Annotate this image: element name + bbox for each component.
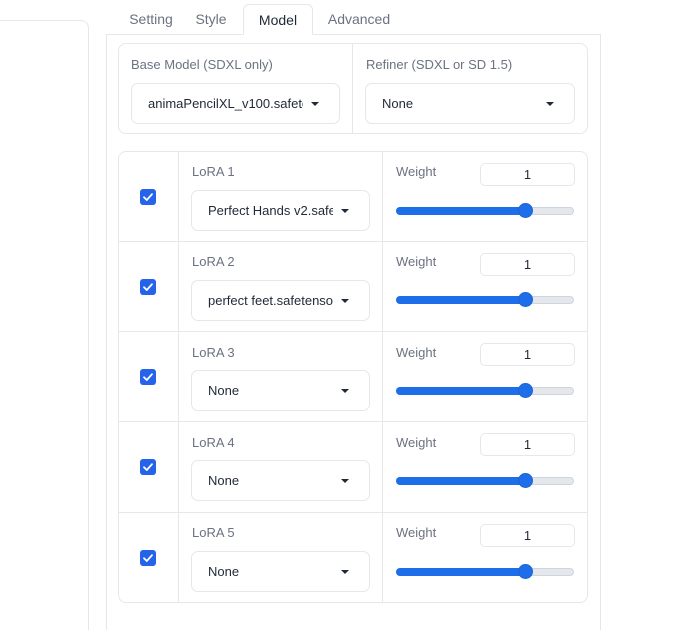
slider-fill xyxy=(396,207,526,215)
tab-advanced[interactable]: Advanced xyxy=(320,4,398,35)
divider xyxy=(119,421,587,422)
lora-3-checkbox[interactable] xyxy=(140,369,156,385)
lora-5-weight-label: Weight xyxy=(396,525,437,540)
lora-5-label: LoRA 5 xyxy=(192,525,235,540)
lora-1-weight-label: Weight xyxy=(396,164,437,179)
tab-setting[interactable]: Setting xyxy=(115,4,187,35)
lora-4-weight-slider[interactable] xyxy=(396,472,574,488)
lora-5-weight-slider[interactable] xyxy=(396,563,574,579)
caret-down-icon xyxy=(311,102,319,106)
lora-1-dropdown[interactable]: Perfect Hands v2.safetensors xyxy=(191,190,370,231)
lora-2-weight-slider[interactable] xyxy=(396,291,574,307)
refiner-value: None xyxy=(382,96,414,111)
lora-2-weight-input[interactable]: 1 xyxy=(480,253,575,276)
checkmark-icon xyxy=(143,554,153,562)
slider-thumb[interactable] xyxy=(518,292,533,307)
lora-4-label: LoRA 4 xyxy=(192,435,235,450)
lora-1-weight-input[interactable]: 1 xyxy=(480,163,575,186)
base-model-dropdown[interactable]: animaPencilXL_v100.safetensors xyxy=(131,83,340,124)
divider xyxy=(119,331,587,332)
divider xyxy=(178,152,179,602)
lora-1-label: LoRA 1 xyxy=(192,164,235,179)
lora-3-weight-input[interactable]: 1 xyxy=(480,343,575,366)
lora-2-label: LoRA 2 xyxy=(192,254,235,269)
lora-2-weight-label: Weight xyxy=(396,254,437,269)
base-model-label: Base Model (SDXL only) xyxy=(131,57,273,72)
refiner-dropdown[interactable]: None xyxy=(365,83,575,124)
lora-3-weight-slider[interactable] xyxy=(396,382,574,398)
left-panel xyxy=(0,20,89,630)
lora-2-value: perfect feet.safetensors xyxy=(208,293,333,308)
slider-fill xyxy=(396,296,526,304)
lora-5-value: None xyxy=(208,564,240,579)
slider-fill xyxy=(396,568,526,576)
slider-thumb[interactable] xyxy=(518,564,533,579)
lora-3-dropdown[interactable]: None xyxy=(191,370,370,411)
divider xyxy=(119,512,587,513)
checkmark-icon xyxy=(143,193,153,201)
lora-4-weight-label: Weight xyxy=(396,435,437,450)
divider xyxy=(352,43,353,134)
tab-bar: Setting Style Model Advanced xyxy=(105,0,601,35)
tab-model[interactable]: Model xyxy=(243,4,313,35)
slider-thumb[interactable] xyxy=(518,383,533,398)
base-model-value: animaPencilXL_v100.safetensors xyxy=(148,96,303,111)
lora-1-weight-slider[interactable] xyxy=(396,202,574,218)
lora-4-weight-input[interactable]: 1 xyxy=(480,433,575,456)
divider xyxy=(382,152,383,602)
lora-5-weight-input[interactable]: 1 xyxy=(480,524,575,547)
lora-4-value: None xyxy=(208,473,240,488)
caret-down-icon xyxy=(341,570,349,574)
tab-style[interactable]: Style xyxy=(185,4,237,35)
lora-4-dropdown[interactable]: None xyxy=(191,460,370,501)
slider-fill xyxy=(396,387,526,395)
lora-3-label: LoRA 3 xyxy=(192,345,235,360)
slider-fill xyxy=(396,477,526,485)
caret-down-icon xyxy=(341,209,349,213)
slider-thumb[interactable] xyxy=(518,203,533,218)
caret-down-icon xyxy=(341,479,349,483)
lora-5-dropdown[interactable]: None xyxy=(191,551,370,592)
checkmark-icon xyxy=(143,283,153,291)
checkmark-icon xyxy=(143,463,153,471)
caret-down-icon xyxy=(341,299,349,303)
lora-5-checkbox[interactable] xyxy=(140,550,156,566)
divider xyxy=(119,241,587,242)
refiner-label: Refiner (SDXL or SD 1.5) xyxy=(366,57,513,72)
checkmark-icon xyxy=(143,373,153,381)
lora-1-value: Perfect Hands v2.safetensors xyxy=(208,203,333,218)
lora-2-dropdown[interactable]: perfect feet.safetensors xyxy=(191,280,370,321)
lora-3-value: None xyxy=(208,383,240,398)
caret-down-icon xyxy=(341,389,349,393)
slider-thumb[interactable] xyxy=(518,473,533,488)
lora-1-checkbox[interactable] xyxy=(140,189,156,205)
lora-3-weight-label: Weight xyxy=(396,345,437,360)
lora-2-checkbox[interactable] xyxy=(140,279,156,295)
lora-4-checkbox[interactable] xyxy=(140,459,156,475)
caret-down-icon xyxy=(546,102,554,106)
